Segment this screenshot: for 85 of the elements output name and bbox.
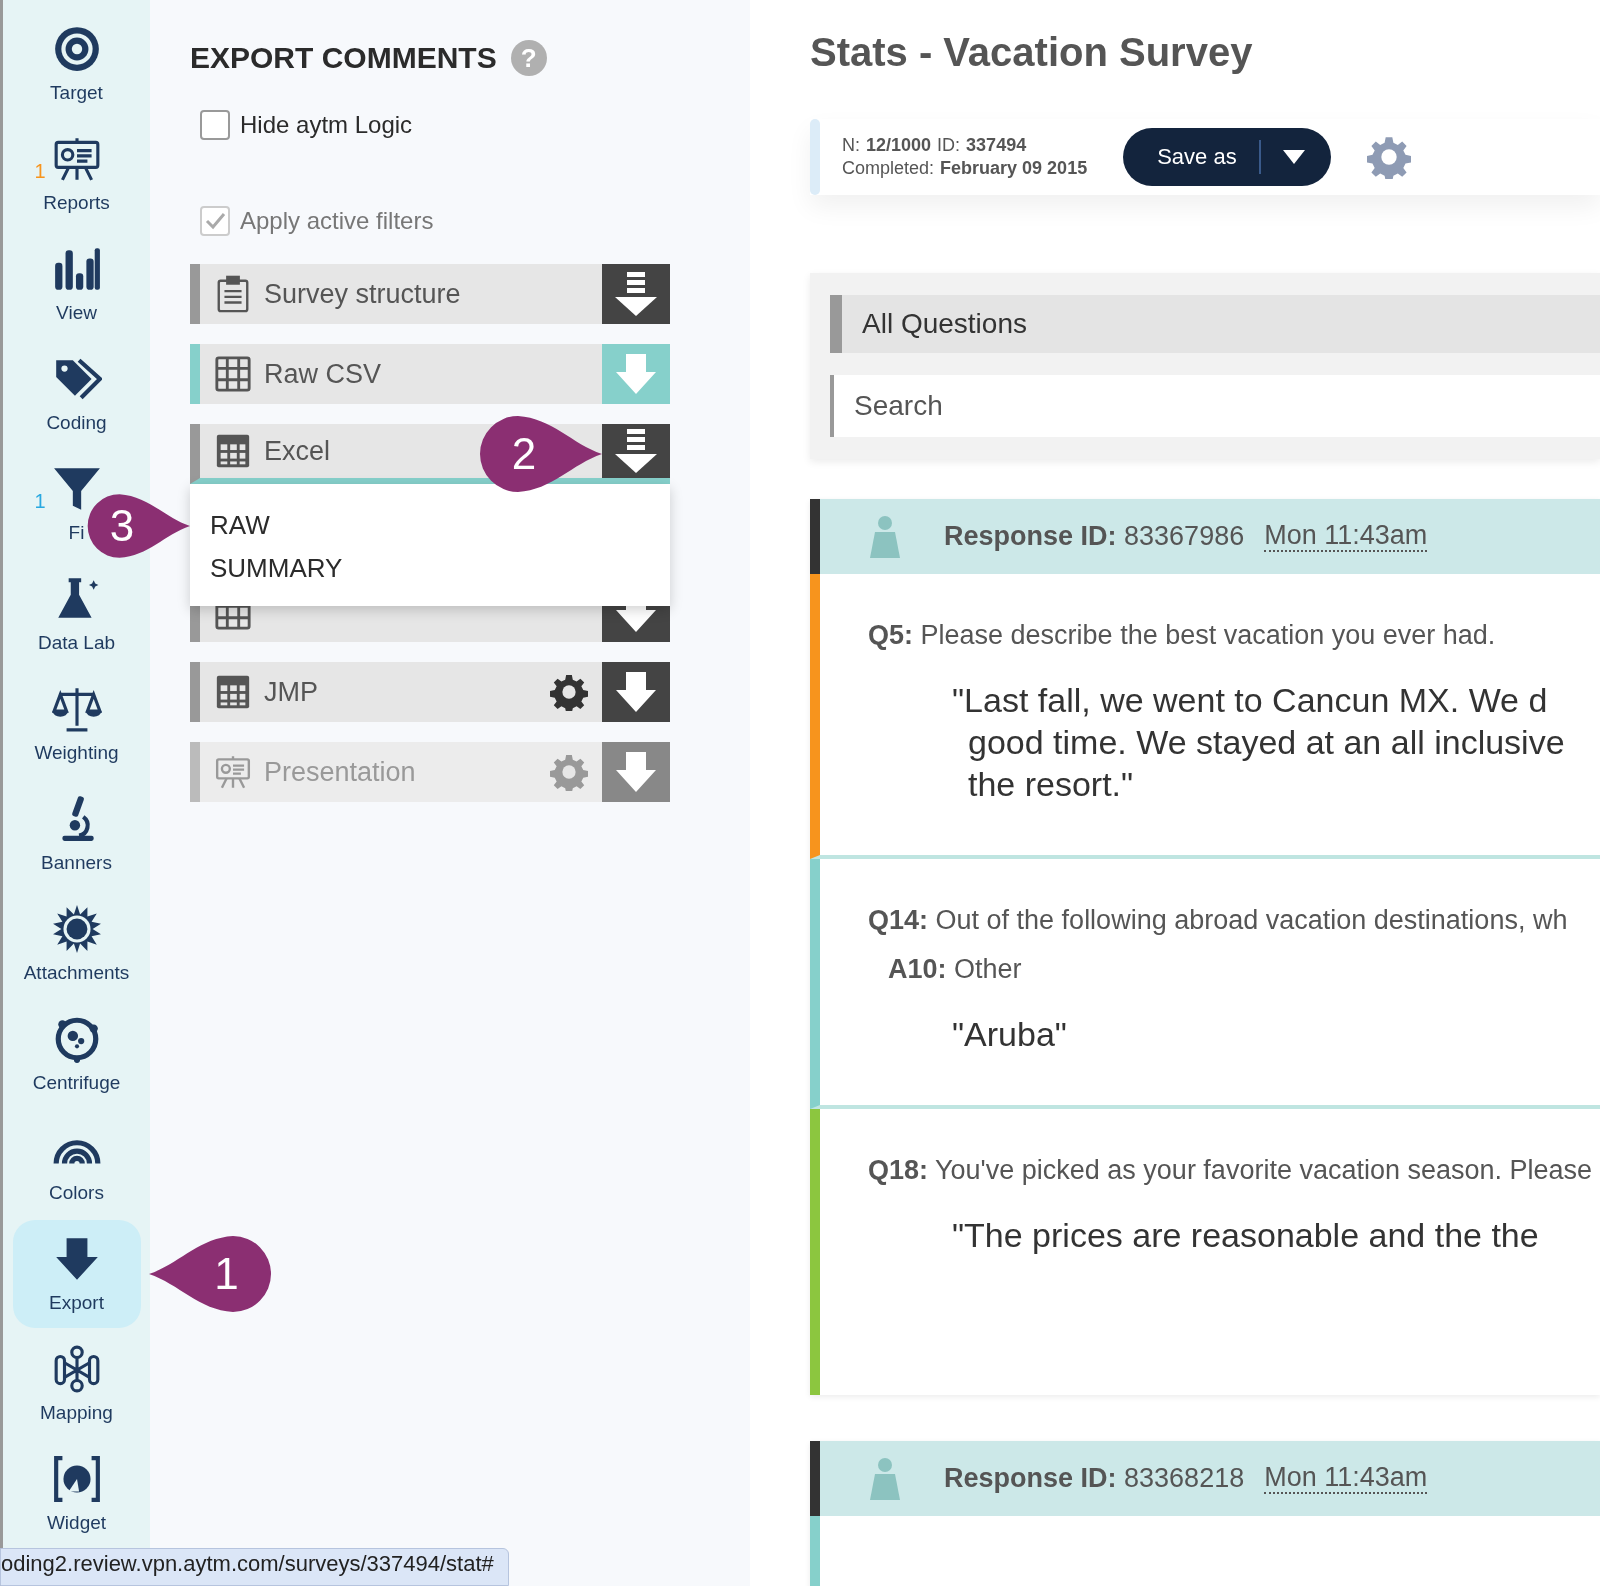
- format-label: Raw CSV: [264, 358, 382, 390]
- sidebar-item[interactable]: Target: [12, 10, 141, 118]
- question-text: Q18: You've picked as your favorite vacation season. Please: [868, 1155, 1594, 1186]
- question-text: Q14: Out of the following abroad vacation destinations, wh: [868, 905, 1569, 936]
- download-arrow-icon: [613, 270, 659, 318]
- field-value: 337494: [966, 135, 1027, 156]
- sidebar-label: Attachments: [23, 962, 130, 984]
- quote-text: "Last fall, we went to Cancun MX. We d: [952, 680, 1549, 721]
- save-as-button[interactable]: Save as: [1123, 128, 1331, 186]
- field-value: 12/1000: [866, 135, 932, 156]
- caret-icon: [1282, 150, 1305, 164]
- export-row[interactable]: JMP: [190, 662, 670, 722]
- menu-item[interactable]: SUMMARY: [190, 553, 670, 584]
- easel-icon: [214, 753, 252, 791]
- table-icon: [214, 673, 252, 711]
- field-label: N:: [842, 135, 860, 156]
- sidebar-item[interactable]: Data Lab: [12, 560, 141, 668]
- question-selector[interactable]: All Questions: [830, 295, 1600, 353]
- sidebar-label: Target: [50, 82, 103, 104]
- quote-text: good time. We stayed at an all inclusive: [967, 722, 1566, 763]
- page-title: Stats - Vacation Survey: [810, 30, 1254, 75]
- response-id: Response ID: 83368218: [944, 1463, 1245, 1494]
- sidebar-label: Export: [49, 1292, 104, 1314]
- sidebar-item[interactable]: Coding: [12, 340, 141, 448]
- sun-icon: [51, 904, 102, 954]
- format-label: Survey structure: [264, 278, 461, 310]
- field-label: ID:: [937, 135, 961, 156]
- step-callout-tooltip: 2: [478, 414, 602, 494]
- field-label: Completed:: [842, 158, 935, 179]
- sidebar-label: Mapping: [40, 1402, 113, 1424]
- sidebar-item[interactable]: Banners: [12, 780, 141, 888]
- count-label: 1: [34, 490, 46, 513]
- download-button[interactable]: [602, 264, 670, 324]
- sidebar-label: Reports: [43, 192, 110, 214]
- search-field[interactable]: Search: [830, 375, 1600, 437]
- checkbox-label: Hide aytm Logic: [240, 111, 413, 139]
- checkbox-label: Apply active filters: [240, 207, 434, 235]
- sidebar-label: Colors: [49, 1182, 104, 1204]
- check-icon: [204, 210, 226, 232]
- sidebar-label: Coding: [46, 412, 107, 434]
- count-label: 1: [34, 160, 46, 183]
- sidebar-label: Data Lab: [37, 632, 116, 654]
- status-url: oding2.review.vpn.aytm.com/surveys/337494/stat#: [0, 1548, 509, 1586]
- sidebar-item[interactable]: Weighting: [12, 670, 141, 778]
- person-icon: [870, 515, 900, 558]
- sidebar-item[interactable]: 1 Reports: [12, 120, 141, 228]
- response-time[interactable]: Mon 11:43am: [1264, 520, 1428, 553]
- download-button[interactable]: [602, 662, 670, 722]
- sidebar-label: View: [56, 302, 97, 324]
- settings-icon[interactable]: [550, 673, 588, 711]
- grid-icon: [214, 355, 252, 393]
- pie-icon: [51, 1454, 102, 1504]
- sidebar-item[interactable]: Widget: [12, 1440, 141, 1548]
- menu-item[interactable]: RAW: [190, 510, 670, 541]
- sidebar-label: Widget: [46, 1512, 107, 1534]
- sidebar-label: Banners: [41, 852, 112, 874]
- sidebar-label: Fi: [68, 522, 85, 544]
- field-value: February 09 2015: [940, 158, 1088, 179]
- quote-text: "The prices are reasonable and the the: [952, 1215, 1540, 1256]
- sidebar-item[interactable]: Centrifuge: [12, 1000, 141, 1108]
- panel-title: EXPORT COMMENTS: [190, 41, 497, 75]
- export-row[interactable]: Raw CSV: [190, 344, 670, 404]
- sidebar-item[interactable]: Attachments: [12, 890, 141, 998]
- sidebar-item[interactable]: Colors: [12, 1110, 141, 1218]
- sidebar-label: Weighting: [34, 742, 119, 764]
- format-label: Excel: [264, 435, 331, 467]
- format-label: Presentation: [264, 756, 416, 788]
- format-label: JMP: [264, 676, 318, 708]
- sidebar-label: Centrifuge: [32, 1072, 121, 1094]
- question-text: Q5: Please describe the best vacation you ever had.: [868, 620, 1497, 651]
- response-time[interactable]: Mon 11:43am: [1264, 1462, 1428, 1495]
- checkbox[interactable]: [200, 110, 230, 140]
- step-callout-tooltip: 1: [148, 1234, 273, 1314]
- sidebar-item[interactable]: Export: [12, 1220, 141, 1328]
- table-icon: [214, 432, 252, 470]
- download-button[interactable]: [602, 424, 670, 478]
- sidebar-item[interactable]: Mapping: [12, 1330, 141, 1438]
- answer-option: A10: Other: [888, 954, 1600, 985]
- sidebar-item[interactable]: View: [12, 230, 141, 338]
- quote-text: the resort.": [967, 764, 1135, 805]
- quote-text: "Aruba": [952, 1014, 1068, 1055]
- export-row[interactable]: Survey structure: [190, 264, 670, 324]
- download-arrow-icon: [613, 427, 659, 475]
- response-id: Response ID: 83367986: [944, 521, 1245, 552]
- person-icon: [870, 1457, 900, 1500]
